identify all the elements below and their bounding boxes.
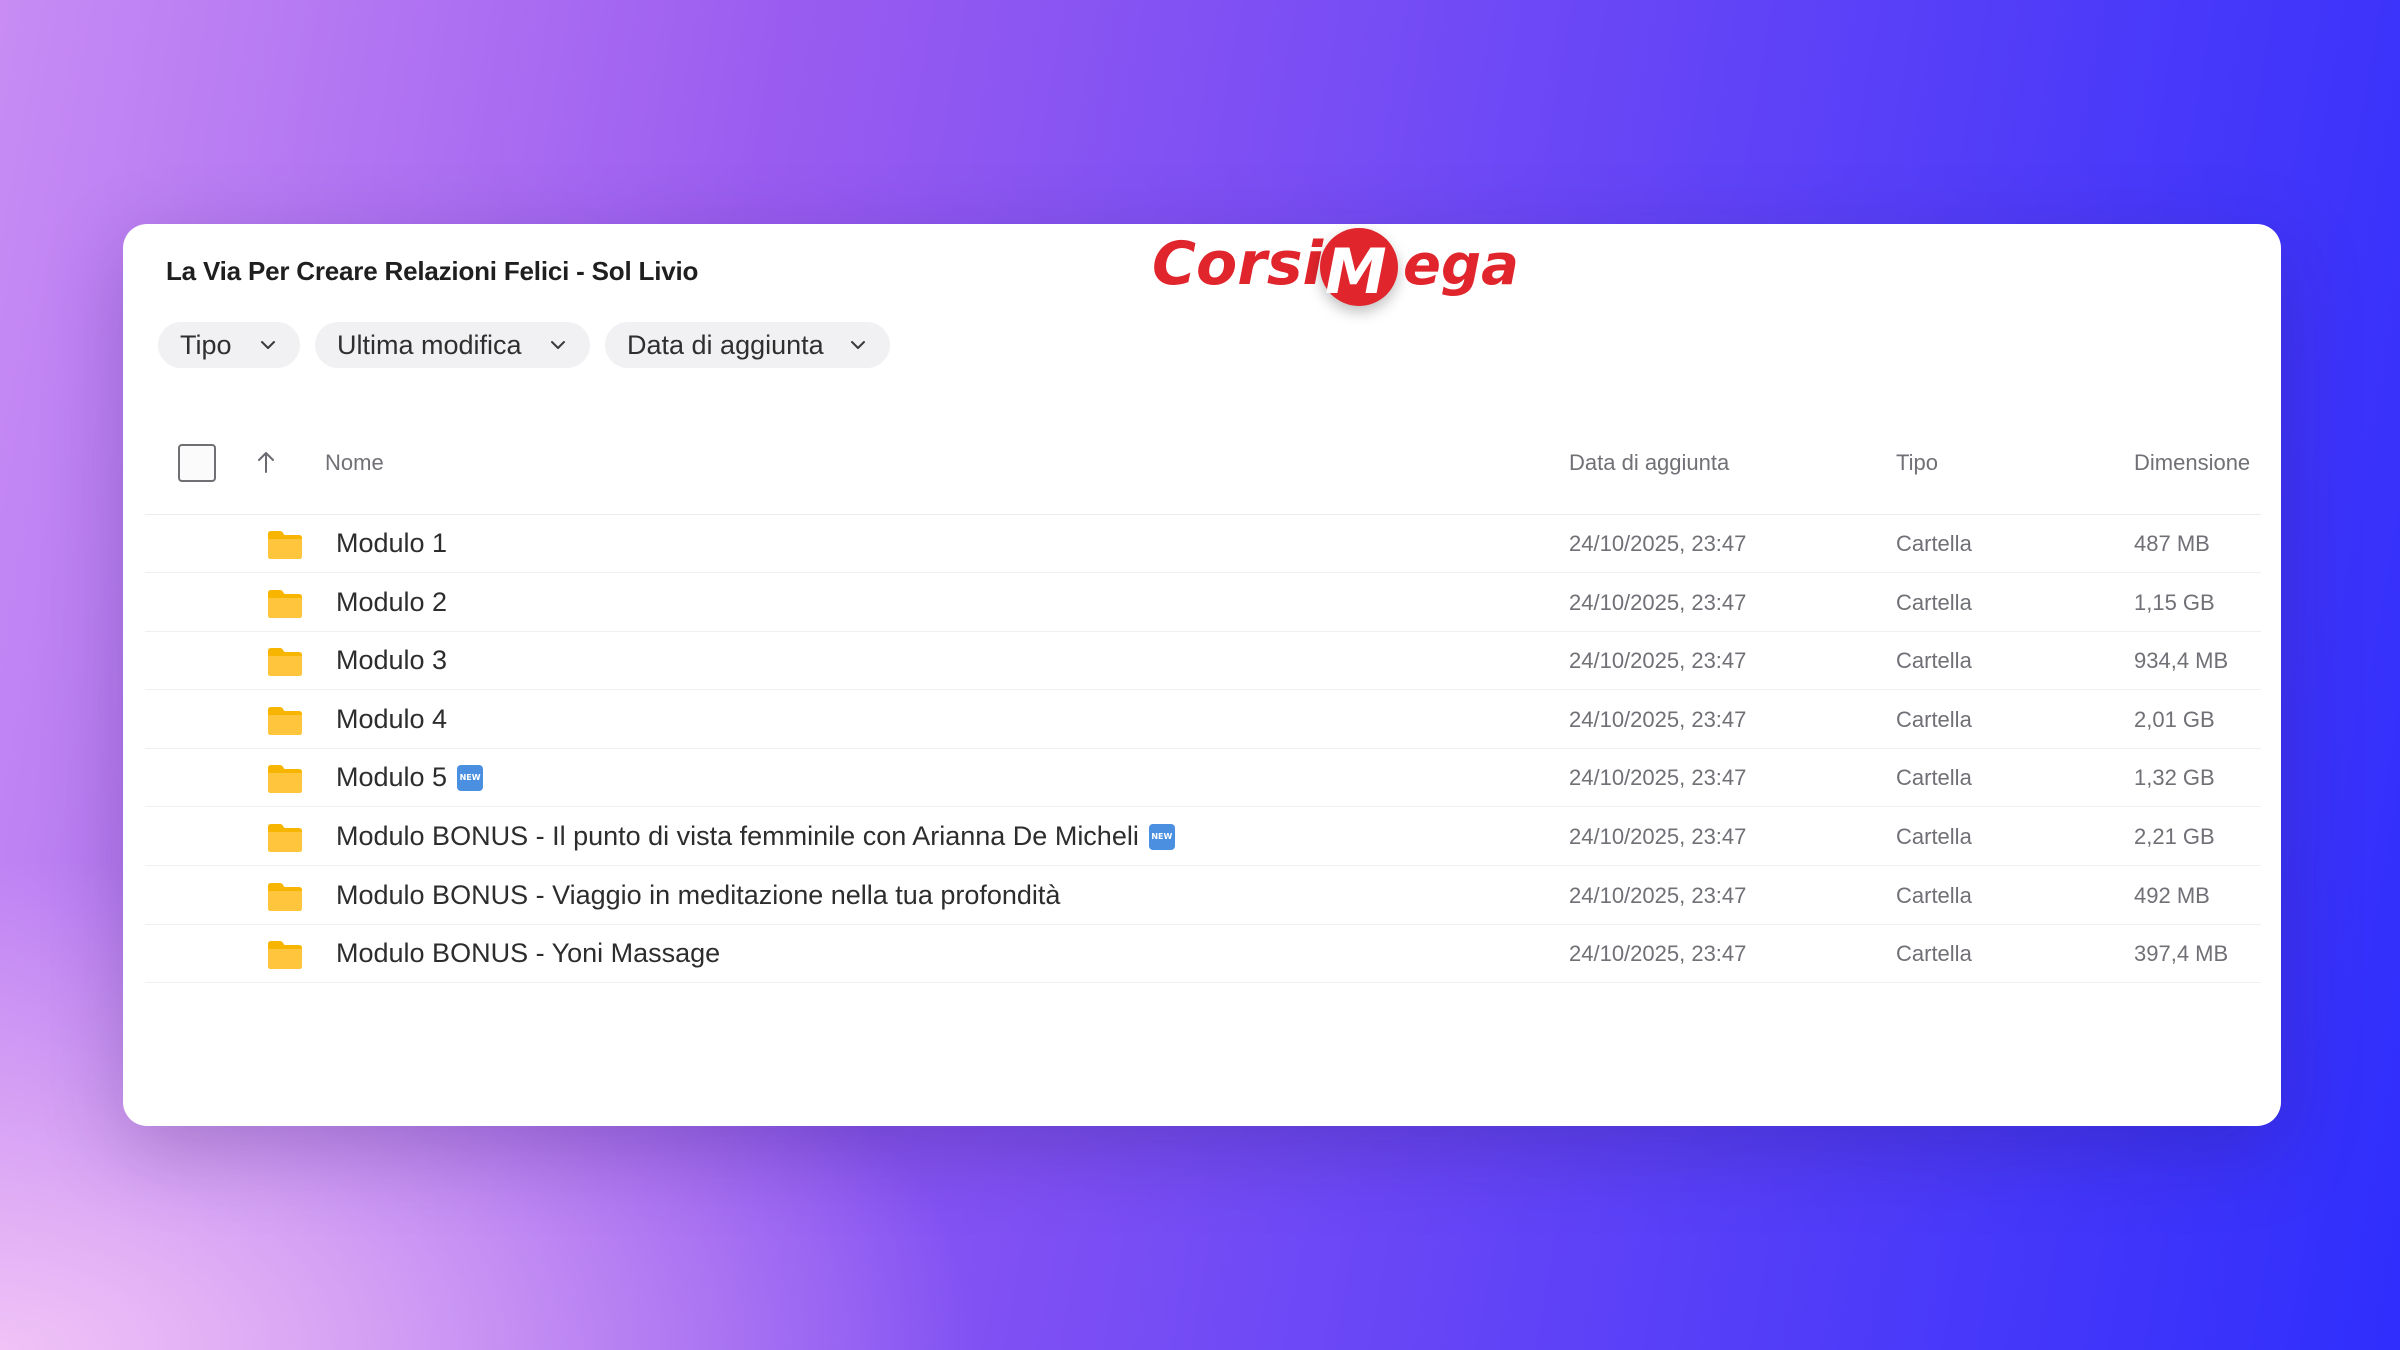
file-type: Cartella [1896, 882, 1972, 908]
folder-icon [268, 648, 302, 677]
file-name: Modulo BONUS - Yoni Massage [336, 938, 720, 969]
file-size: 487 MB [2134, 531, 2210, 556]
file-type: Cartella [1896, 589, 1972, 615]
column-header-date[interactable]: Data di aggiunta [1569, 450, 1729, 476]
table-row[interactable]: Modulo BONUS - Yoni Massage 24/10/2025, 2… [145, 924, 2261, 984]
folder-icon [268, 941, 302, 970]
logo-text-m: M [1325, 235, 1387, 308]
chevron-down-icon [261, 341, 275, 349]
table-row[interactable]: Modulo BONUS - Viaggio in meditazione ne… [145, 866, 2261, 925]
arrow-up-icon[interactable] [255, 449, 277, 475]
table-row[interactable]: Modulo 4 24/10/2025, 23:47 Cartella 2,01 GB [145, 690, 2261, 749]
table-row[interactable]: Modulo BONUS - Il punto di vista femmini… [145, 807, 2261, 866]
date-added: 24/10/2025, 23:47 [1569, 882, 1747, 908]
filter-tipo[interactable]: Tipo [158, 322, 300, 368]
date-added: 24/10/2025, 23:47 [1569, 648, 1747, 674]
chevron-down-icon [551, 341, 565, 349]
file-name: Modulo 2 [336, 587, 447, 618]
file-size: 2,21 GB [2134, 824, 2215, 849]
logo-text-corsi: Corsi [1152, 229, 1324, 299]
file-name: Modulo BONUS - Il punto di vista femmini… [336, 821, 1175, 852]
file-size: 1,32 GB [2134, 765, 2215, 791]
select-all-checkbox[interactable] [178, 444, 216, 482]
file-name-text: Modulo 1 [336, 528, 448, 558]
file-name-text: Modulo 5 [336, 762, 448, 793]
date-added: 24/10/2025, 23:47 [1569, 589, 1747, 615]
file-size: 2,01 GB [2134, 706, 2215, 732]
file-name-text: Modulo BONUS - Yoni Massage [336, 938, 721, 969]
file-size: 492 MB [2134, 882, 2210, 908]
folder-icon [268, 824, 302, 852]
table-row[interactable]: Modulo 2 24/10/2025, 23:47 Cartella 1,15 GB [145, 573, 2261, 632]
file-type: Cartella [1896, 824, 1972, 849]
file-name: Modulo 4 [336, 704, 447, 735]
folder-icon [268, 765, 302, 794]
column-header-name[interactable]: Nome [325, 450, 384, 476]
file-name-text: Modulo 3 [336, 645, 448, 676]
date-added: 24/10/2025, 23:47 [1569, 706, 1747, 732]
file-type: Cartella [1896, 765, 1972, 791]
table-row[interactable]: Modulo 5 NEW 24/10/2025, 23:47 Cartella 1,32… [145, 748, 2261, 808]
table-header: Nome Data di aggiunta Tipo Dimensione [145, 408, 2261, 515]
file-name-text: Modulo BONUS - Viaggio in meditazione ne… [336, 879, 1061, 910]
date-added: 24/10/2025, 23:47 [1569, 941, 1747, 967]
file-size: 934,4 MB [2134, 648, 2229, 674]
folder-icon [268, 706, 302, 735]
file-name: Modulo 3 [336, 645, 447, 676]
new-badge-icon: NEW [457, 764, 484, 791]
date-added: 24/10/2025, 23:47 [1569, 824, 1747, 849]
folder-icon [268, 589, 302, 618]
file-type: Cartella [1896, 706, 1972, 732]
file-name-text: Modulo 2 [336, 586, 448, 617]
logo-text-ega: ega [1403, 233, 1519, 298]
file-type: Cartella [1896, 531, 1972, 556]
column-header-size[interactable]: Dimensione [2134, 450, 2250, 476]
folder-icon [268, 882, 302, 911]
file-name-text: Modulo BONUS - Il punto di vista femmini… [336, 821, 1139, 851]
page-title: La Via Per Creare Relazioni Felici - Sol… [166, 256, 699, 286]
date-added: 24/10/2025, 23:47 [1569, 765, 1747, 791]
filter-data-di-aggiunta[interactable]: Data di aggiunta [605, 322, 890, 368]
file-size: 397,4 MB [2134, 941, 2229, 967]
file-name: Modulo BONUS - Viaggio in meditazione ne… [336, 880, 1060, 911]
chevron-down-icon [851, 341, 865, 349]
filter-label: Ultima modifica [337, 329, 522, 360]
filter-ultima-modifica[interactable]: Ultima modifica [315, 322, 590, 368]
file-name: Modulo 5 NEW [336, 762, 484, 793]
folder-icon [268, 531, 302, 559]
filter-label: Tipo [180, 329, 232, 360]
file-name-text: Modulo 4 [336, 703, 448, 734]
file-browser-panel: La Via Per Creare Relazioni Felici - Sol… [123, 224, 2281, 1126]
corsi-mega-logo: Corsi M ega [1033, 224, 1519, 334]
table-row[interactable]: Modulo 3 24/10/2025, 23:47 Cartella 934,4 M… [145, 631, 2261, 691]
new-badge-icon: NEW [1148, 823, 1175, 850]
table-row[interactable]: Modulo 1 24/10/2025, 23:47 Cartella 487 MB [145, 514, 2261, 573]
date-added: 24/10/2025, 23:47 [1569, 531, 1747, 556]
column-header-type[interactable]: Tipo [1896, 450, 1938, 476]
filter-label: Data di aggiunta [627, 329, 824, 360]
file-name: Modulo 1 [336, 528, 447, 559]
file-type: Cartella [1896, 648, 1972, 674]
file-type: Cartella [1896, 941, 1972, 967]
file-size: 1,15 GB [2134, 589, 2215, 615]
